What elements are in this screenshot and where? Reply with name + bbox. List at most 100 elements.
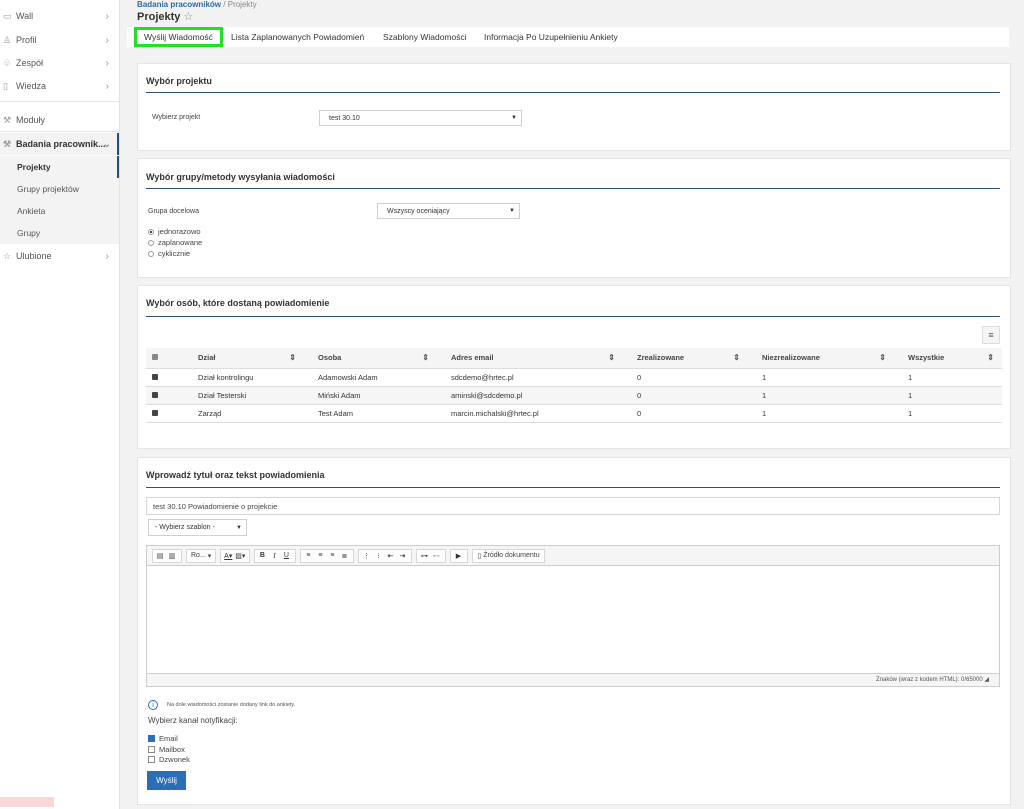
resize-handle-icon[interactable]: ◢ [984,677,989,683]
radio-cyklicznie[interactable]: cyklicznie [148,249,190,258]
align-center-icon[interactable]: ≡ [315,550,325,562]
checkbox[interactable] [152,354,158,361]
checkbox[interactable] [152,391,158,398]
column-header-zrealizowane[interactable]: Zrealizowane ⇕ [623,348,748,369]
message-editor[interactable] [146,566,1000,687]
unlink-icon[interactable]: ⊷ [431,550,441,562]
sidebar-item-wall[interactable]: ▭ Wall › [0,5,119,27]
channel-email[interactable]: Email [148,734,178,743]
checkbox[interactable] [148,746,155,753]
table-row[interactable]: Dział kontrolingu Adamowski Adam sdcdemo… [146,368,1002,387]
checkbox[interactable] [152,373,158,380]
channel-mailbox[interactable]: Mailbox [148,745,185,754]
checkbox[interactable] [148,735,155,742]
section-heading: Wybór osób, które dostaną powiadomienie [146,298,330,308]
align-right-icon[interactable]: ≡ [327,550,337,562]
sidebar-item-ulubione[interactable]: ☆ Ulubione › [0,245,119,267]
radio-zaplanowane[interactable]: zaplanowane [148,238,202,247]
column-label: Osoba [318,353,342,363]
tab-send-message[interactable]: Wyślij Wiadomość [134,27,223,47]
breadcrumb-separator: / [223,0,226,9]
cell-wszystkie: 1 [894,368,1002,387]
cell-osoba: Miński Adam [304,386,437,405]
radio-button[interactable] [148,228,154,235]
link-icon[interactable]: ⊶ [419,550,429,562]
indent-icon[interactable]: ⇥ [397,550,407,562]
sort-icon[interactable]: ⇕ [608,353,615,362]
project-select-value: test 30.10 [329,114,360,122]
heading-underline [146,316,1000,317]
heading-underline [146,92,1000,93]
sidebar-item-moduly[interactable]: ⚒ Moduły [0,109,119,131]
sort-icon[interactable]: ⇕ [289,353,296,362]
bg-color-icon[interactable]: ▨▾ [235,550,245,562]
underline-icon[interactable]: U [281,550,291,562]
text-color-icon[interactable]: A▾ [223,550,233,562]
chevron-right-icon: › [105,57,109,69]
column-header-osoba[interactable]: Osoba ⇕ [304,348,437,369]
sidebar-sub-ankieta[interactable]: Ankieta [0,200,119,222]
row-checkbox[interactable] [146,386,180,405]
sidebar-sub-grupy[interactable]: Grupy [0,222,119,244]
sidebar-sub-grupy-projektow[interactable]: Grupy projektów [0,178,119,200]
bullet-list-icon[interactable]: ⁝ [373,550,383,562]
star-icon: ☆ [3,250,12,261]
youtube-icon[interactable]: ▶ [453,550,463,562]
align-justify-icon[interactable]: ≣ [339,550,349,562]
project-panel: Wybór projektu Wybierz projekt test 30.1… [137,63,1011,151]
table-row[interactable]: Zarząd Test Adam marcin.michalski@hrtec.… [146,404,1002,423]
italic-icon[interactable]: I [269,550,279,562]
source-button[interactable]: ▯ Źródło dokumentu [472,548,545,563]
column-header-dzial[interactable]: Dział ⇕ [180,348,304,369]
paste-text-icon[interactable]: ▥ [167,550,177,562]
tab-templates[interactable]: Szablony Wiadomości [383,27,467,47]
message-title-input[interactable]: test 30.10 Powiadomienie o projekcie [146,497,1000,515]
project-select[interactable]: test 30.10 ▼ [319,110,522,126]
sidebar-sub-projekty[interactable]: Projekty [0,156,119,178]
target-group-select[interactable]: Wszyscy oceniający ▼ [377,203,520,219]
select-all-checkbox[interactable] [146,348,180,369]
checkbox[interactable] [152,409,158,416]
column-header-wszystkie[interactable]: Wszystkie ⇕ [894,348,1002,369]
template-select[interactable]: - Wybierz szablon - ▼ [148,519,247,536]
column-header-email[interactable]: Adres email ⇕ [437,348,623,369]
heading-underline [146,188,1000,189]
column-header-niezrealizowane[interactable]: Niezrealizowane ⇕ [748,348,894,369]
table-row[interactable]: Dział Testerski Miński Adam aminski@sdcd… [146,386,1002,405]
sidebar-item-zespol[interactable]: ♧ Zespół › [0,52,119,74]
sort-icon[interactable]: ⇕ [733,353,740,362]
sidebar-item-wiedza[interactable]: ▯ Wiedza › [0,75,119,97]
send-button[interactable]: Wyślij [147,771,186,790]
outdent-icon[interactable]: ⇤ [385,550,395,562]
sidebar-item-label: Wiedza [16,81,47,91]
user-icon: ♙ [3,34,12,45]
paste-icon[interactable]: ▤ [155,550,165,562]
sort-icon[interactable]: ⇕ [422,353,429,362]
channel-dzwonek[interactable]: Dzwonek [148,755,190,764]
sort-icon[interactable]: ⇕ [987,353,994,362]
row-checkbox[interactable] [146,404,180,423]
row-checkbox[interactable] [146,368,180,387]
cell-email: aminski@sdcdemo.pl [437,386,623,405]
cell-osoba: Test Adam [304,404,437,423]
sort-icon[interactable]: ⇕ [879,353,886,362]
radio-button[interactable] [148,239,154,246]
align-left-icon[interactable]: ≡ [303,550,313,562]
breadcrumb-link[interactable]: Badania pracowników [137,0,221,9]
bold-icon[interactable]: B [257,550,267,562]
tab-post-survey-info[interactable]: Informacja Po Uzupełnieniu Ankiety [484,27,618,47]
sidebar-item-profil[interactable]: ♙ Profil › [0,29,119,51]
checkbox-label: Email [159,734,178,743]
font-select[interactable]: Ro... ▾ [186,548,217,563]
radio-jednorazowo[interactable]: jednorazowo [148,227,201,236]
radio-button[interactable] [148,250,154,257]
team-icon: ♧ [3,57,12,68]
column-label: Zrealizowane [637,353,685,363]
tab-scheduled-list[interactable]: Lista Zaplanowanych Powiadomień [231,27,364,47]
filter-icon[interactable]: ≡ [982,326,1000,344]
star-icon[interactable]: ☆ [183,11,193,23]
target-group-value: Wszyscy oceniający [387,207,450,215]
checkbox[interactable] [148,756,155,763]
numbered-list-icon[interactable]: ⋮ [361,550,371,562]
sidebar-item-badania[interactable]: ⚒ Badania pracownik... ⌄ [0,133,119,155]
